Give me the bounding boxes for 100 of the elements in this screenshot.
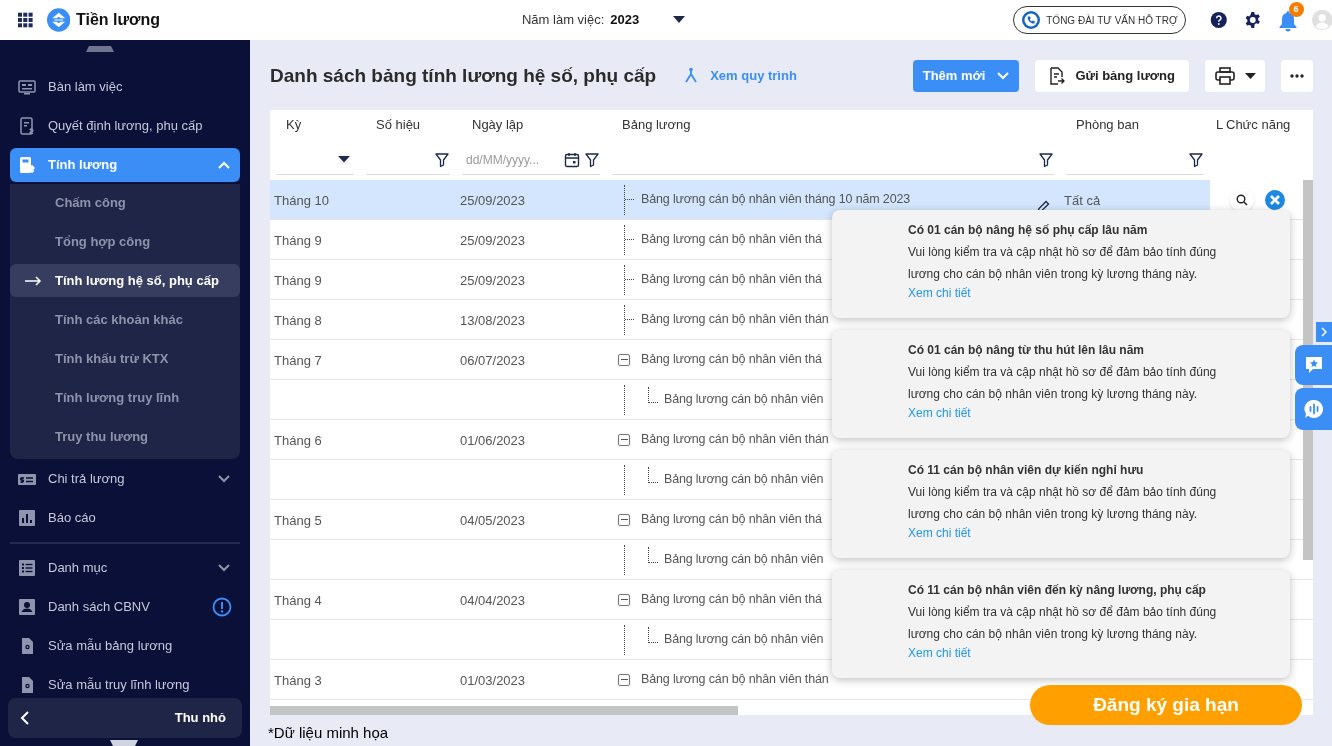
sidebar-item-label: Chi trả lương: [48, 470, 125, 489]
sidebar-item[interactable]: Danh sách CBNV: [10, 590, 240, 624]
date-placeholder: dd/MM/yyyy...: [466, 151, 540, 169]
list-icon: [18, 559, 36, 577]
bell-icon[interactable]: [1277, 10, 1298, 32]
submenu-item-label: Chấm công: [55, 193, 126, 212]
star-chat-icon: [1303, 355, 1324, 375]
feedback-button[interactable]: [1295, 345, 1332, 385]
table-cell: Tháng 3: [274, 672, 322, 688]
column-header: Phòng ban: [1076, 117, 1139, 133]
horizontal-scrollbar[interactable]: [270, 706, 738, 715]
print-button[interactable]: [1205, 60, 1265, 92]
filter-icon[interactable]: [584, 151, 600, 168]
caret-down-icon: [1244, 72, 1256, 80]
sidebar-item[interactable]: Bàn làm việc: [10, 70, 240, 104]
submenu-item[interactable]: Tính lương truy lĩnh: [10, 381, 240, 414]
submenu-item[interactable]: Tính lương hệ số, phụ cấp: [10, 264, 240, 297]
sidebar-item-label: Danh mục: [48, 559, 108, 578]
table-cell: Tháng 8: [274, 312, 322, 328]
submenu-item[interactable]: Truy thu lương: [10, 420, 240, 453]
toast-title: Có 01 cán bộ nâng từ thu hút lên lâu năm: [908, 342, 1146, 358]
table-cell: 06/07/2023: [460, 352, 526, 368]
expand-panel-tab[interactable]: [1316, 322, 1332, 342]
sidebar-item-label: Danh sách CBNV: [48, 598, 150, 617]
bar-chart-icon: [18, 509, 36, 527]
submenu-item-label: Truy thu lương: [55, 427, 149, 446]
column-header: Số hiệu: [376, 117, 421, 133]
table-cell: Tháng 6: [274, 432, 322, 448]
caret-down-icon: [338, 156, 350, 163]
calendar-icon: [564, 151, 580, 168]
table-cell: 04/05/2023: [460, 512, 526, 528]
submenu-item[interactable]: Tính các khoản khác: [10, 303, 240, 336]
sidebar-item-label: Sửa mẫu truy lĩnh lương: [48, 676, 190, 695]
drag-handle-icon: [86, 46, 114, 52]
sidebar-item[interactable]: Quyết định lương, phụ cấp: [10, 109, 240, 143]
submenu-item[interactable]: Tổng hợp công: [10, 225, 240, 258]
send-payroll-button[interactable]: Gửi bảng lương: [1035, 60, 1189, 92]
more-icon: [1290, 74, 1304, 78]
table-cell-text: Bảng lương cán bộ nhân viên thá: [641, 351, 822, 369]
sidebar-item-label: Tính lương: [48, 156, 118, 175]
sidebar-item[interactable]: Sửa mẫu bảng lương: [10, 629, 240, 663]
collapse-toggle[interactable]: [618, 513, 630, 526]
phone-icon: [1022, 11, 1041, 29]
table-cell-text: Bảng lương cán bộ nhân viên: [664, 471, 824, 489]
submenu-item-label: Tổng hợp công: [55, 232, 151, 251]
more-button[interactable]: [1281, 60, 1313, 92]
table-cell: 04/04/2023: [460, 592, 526, 608]
apps-grid-icon[interactable]: [18, 10, 33, 30]
working-year-label: Năm làm việc:: [522, 11, 605, 30]
chevron-up-icon: [218, 161, 230, 169]
table-cell: 01/06/2023: [460, 432, 526, 448]
table-cell-text: Bảng lương cán bộ nhân viên thá: [641, 271, 822, 289]
table-cell-text: Bảng lương cán bộ nhân viên: [664, 551, 824, 569]
table-cell: 01/03/2023: [460, 672, 526, 688]
table-cell: Tháng 4: [274, 592, 322, 608]
collapse-toggle[interactable]: [618, 353, 630, 366]
column-header: Kỳ: [286, 117, 302, 133]
table-cell-text: Bảng lương cán bộ nhân viên thá: [641, 231, 822, 249]
toast-title: Có 01 cán bộ nâng hệ số phụ cấp lâu năm: [908, 222, 1149, 238]
close-icon[interactable]: [1264, 188, 1286, 211]
chevron-down-icon: [218, 564, 230, 572]
column-header: Chức năng: [1226, 117, 1291, 133]
footnote: *Dữ liệu minh họa: [268, 723, 389, 743]
submenu-item[interactable]: Chấm công: [10, 186, 240, 219]
column-header: Ngày lập: [472, 117, 524, 133]
search-icon: [1236, 193, 1248, 206]
table-cell: Tháng 7: [274, 352, 322, 368]
toast-title: Có 11 cán bộ nhân viên dự kiến nghỉ hưu: [908, 462, 1145, 478]
table-cell-text: Bảng lương cán bộ nhân viên: [664, 391, 824, 409]
page-title: Danh sách bảng tính lương hệ số, phụ cấp: [270, 63, 657, 88]
filter-icon[interactable]: [1188, 151, 1204, 168]
submenu-item-label: Tính lương hệ số, phụ cấp: [55, 271, 219, 290]
submenu-item-label: Tính các khoản khác: [55, 310, 183, 329]
person-card-icon: [18, 598, 36, 616]
collapse-sidebar-button[interactable]: Thu nhỏ: [8, 698, 242, 738]
table-cell: 25/09/2023: [460, 272, 526, 288]
table-cell-text: Bảng lương cán bộ nhân viên thán: [641, 311, 829, 329]
voice-assistant-button[interactable]: [1295, 388, 1332, 430]
app-title: Tiền lương: [76, 10, 160, 30]
filter-icon[interactable]: [1038, 151, 1054, 168]
table-cell-text: Bảng lương cán bộ nhân viên thán: [641, 671, 829, 689]
chevron-down-icon: [218, 475, 230, 483]
table-cell-text: Bảng lương cán bộ nhân viên: [664, 631, 824, 649]
sidebar-item[interactable]: Báo cáo: [10, 501, 240, 535]
table-cell: 25/09/2023: [460, 232, 526, 248]
collapse-toggle[interactable]: [618, 433, 630, 446]
sidebar-item[interactable]: Danh mục: [10, 551, 240, 585]
chevron-down-icon: [997, 72, 1010, 80]
sidebar-item[interactable]: Chi trả lương: [10, 462, 240, 496]
caret-down-icon: [673, 16, 686, 24]
collapse-toggle[interactable]: [618, 673, 630, 686]
table-cell: Tất cả: [1064, 192, 1101, 208]
submenu-item[interactable]: Tính khấu trừ KTX: [10, 342, 240, 375]
search-button[interactable]: [1230, 187, 1254, 212]
year-dropdown[interactable]: 2023: [610, 10, 686, 30]
submenu-item-label: Tính lương truy lĩnh: [55, 388, 180, 407]
document-dollar-icon: [18, 117, 36, 135]
sidebar-item-label: Báo cáo: [48, 509, 96, 528]
collapse-toggle[interactable]: [618, 593, 630, 606]
filter-icon[interactable]: [434, 151, 450, 168]
